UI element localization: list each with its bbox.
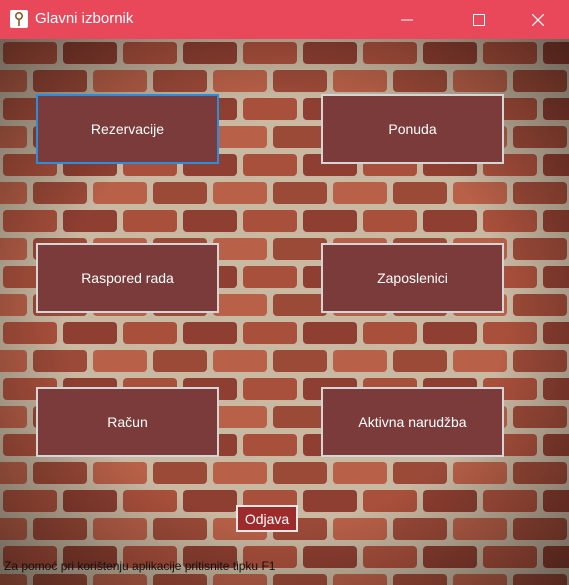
- close-button[interactable]: [515, 0, 561, 39]
- main-window: Glavni izbornik Rezervacije Ponuda Raspo…: [0, 0, 569, 585]
- zaposlenici-button[interactable]: Zaposlenici: [321, 243, 504, 313]
- app-icon: [10, 10, 28, 28]
- racun-button[interactable]: Račun: [36, 387, 219, 457]
- minimize-button[interactable]: [384, 0, 430, 39]
- logout-button[interactable]: Odjava: [236, 505, 298, 532]
- raspored-rada-button[interactable]: Raspored rada: [36, 243, 219, 313]
- window-title: Glavni izbornik: [35, 10, 134, 27]
- title-bar[interactable]: Glavni izbornik: [0, 0, 569, 39]
- ponuda-button[interactable]: Ponuda: [321, 94, 504, 164]
- main-panel: Rezervacije Ponuda Raspored rada Zaposle…: [0, 39, 569, 585]
- maximize-button[interactable]: [456, 0, 502, 39]
- aktivna-narudzba-button[interactable]: Aktivna narudžba: [321, 387, 504, 457]
- rezervacije-button[interactable]: Rezervacije: [36, 94, 219, 164]
- help-hint-text: Za pomoć pri korištenju aplikacije priti…: [4, 559, 276, 573]
